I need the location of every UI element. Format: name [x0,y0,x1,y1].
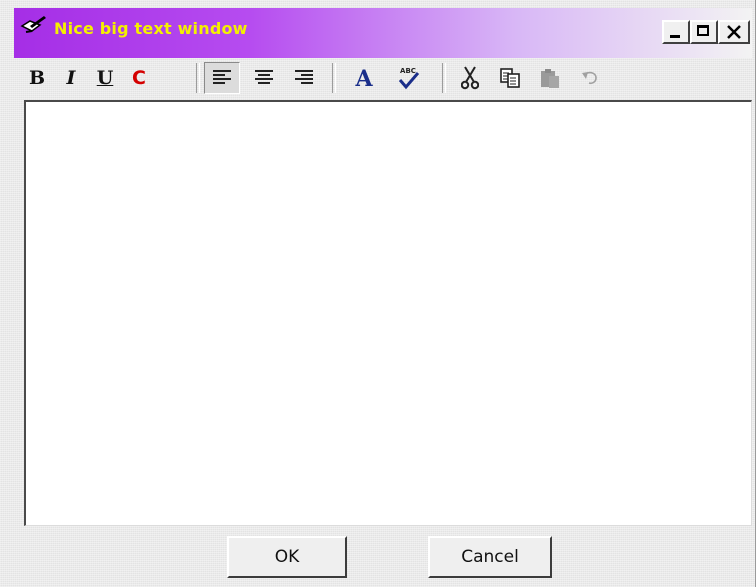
font-icon: A [354,67,373,89]
align-left-icon [213,70,231,84]
bold-button[interactable]: B [24,62,50,94]
paste-button[interactable] [534,62,566,94]
cancel-button[interactable]: Cancel [428,536,552,578]
copy-icon [500,68,520,88]
align-center-icon [255,70,273,84]
toolbar-divider [332,63,336,93]
text-editor-area[interactable] [24,100,752,526]
window-title: Nice big text window [54,19,248,38]
underline-button[interactable]: U [92,62,118,94]
close-button[interactable] [718,20,750,44]
cut-button[interactable] [454,62,486,94]
maximize-button[interactable] [690,20,718,44]
pen-tablet-icon [20,12,48,40]
spellcheck-icon: ABC [398,67,420,90]
ok-button[interactable]: OK [227,536,347,578]
title-bar[interactable]: Nice big text window [14,8,752,58]
color-button[interactable]: C [126,62,152,94]
minimize-button[interactable] [662,20,690,44]
formatting-toolbar: B I U C A ABC [14,58,752,100]
toolbar-divider [442,63,446,93]
align-right-icon [295,70,313,84]
toolbar-divider [196,63,200,93]
paste-icon [541,69,559,88]
svg-text:A: A [354,67,373,89]
align-right-button[interactable] [288,62,320,94]
font-button[interactable]: A [346,62,382,94]
align-left-button[interactable] [204,62,240,94]
undo-button[interactable] [574,62,606,94]
spellcheck-button[interactable]: ABC [390,62,426,94]
copy-button[interactable] [494,62,526,94]
italic-button[interactable]: I [58,62,84,94]
spellcheck-abc: ABC [400,67,416,75]
align-center-button[interactable] [248,62,280,94]
close-icon [727,25,741,39]
text-window: Nice big text window B I U C A ABC OK Ca… [0,0,756,587]
undo-icon [582,71,597,85]
cut-icon [461,66,479,90]
